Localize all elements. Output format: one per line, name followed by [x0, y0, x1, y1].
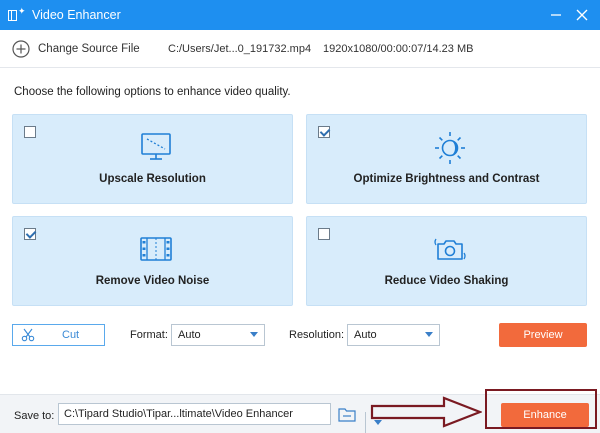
camera-shake-icon — [434, 238, 466, 260]
option-remove-noise[interactable]: Remove Video Noise — [12, 216, 293, 306]
source-file-path: C:/Users/Jet...0_191732.mp4 — [168, 43, 312, 55]
format-label: Format: — [130, 329, 168, 341]
option-optimize-brightness[interactable]: Optimize Brightness and Contrast — [306, 114, 587, 204]
annotation-highlight-box — [485, 389, 597, 429]
upscale-resolution-checkbox[interactable] — [24, 126, 36, 138]
annotation-arrow-icon — [370, 396, 482, 428]
optimize-brightness-checkbox[interactable] — [318, 126, 330, 138]
title-bar: ✦ Video Enhancer — [0, 0, 600, 30]
chevron-down-icon — [250, 332, 258, 337]
add-circle-icon[interactable] — [12, 39, 30, 58]
instructions-text: Choose the following options to enhance … — [14, 86, 291, 98]
resolution-value: Auto — [354, 329, 377, 341]
optimize-brightness-label: Optimize Brightness and Contrast — [353, 173, 540, 185]
window-title: Video Enhancer — [32, 8, 121, 22]
resolution-select[interactable]: Auto — [347, 324, 440, 346]
reduce-shaking-label: Reduce Video Shaking — [384, 275, 509, 287]
source-bar: Change Source File C:/Users/Jet...0_1917… — [0, 30, 600, 68]
monitor-upscale-icon — [141, 133, 171, 160]
reduce-shaking-checkbox[interactable] — [318, 228, 330, 240]
close-icon[interactable] — [572, 5, 592, 25]
format-select[interactable]: Auto — [171, 324, 265, 346]
resolution-label: Resolution: — [289, 329, 345, 341]
preview-button[interactable]: Preview — [499, 323, 587, 347]
folder-icon[interactable] — [338, 406, 356, 422]
brightness-icon — [435, 132, 465, 164]
minimize-icon[interactable] — [546, 5, 566, 25]
upscale-resolution-label: Upscale Resolution — [99, 173, 206, 185]
scissors-icon — [21, 328, 35, 342]
remove-noise-checkbox[interactable] — [24, 228, 36, 240]
app-logo-icon: ✦ — [8, 7, 26, 23]
cut-label: Cut — [62, 329, 80, 341]
change-source-button[interactable]: Change Source File — [38, 43, 140, 55]
save-path-field[interactable]: C:\Tipard Studio\Tipar...ltimate\Video E… — [58, 403, 382, 433]
remove-noise-label: Remove Video Noise — [95, 275, 210, 287]
cut-button[interactable]: Cut — [12, 324, 105, 346]
format-value: Auto — [178, 329, 201, 341]
film-noise-icon — [140, 237, 172, 261]
option-upscale-resolution[interactable]: Upscale Resolution — [12, 114, 293, 204]
chevron-down-icon — [425, 332, 433, 337]
source-file-info: 1920x1080/00:00:07/14.23 MB — [323, 43, 474, 55]
option-reduce-shaking[interactable]: Reduce Video Shaking — [306, 216, 587, 306]
save-path-value: C:\Tipard Studio\Tipar...ltimate\Video E… — [64, 408, 293, 420]
controls-row: Cut Format: Auto Resolution: Auto Previe… — [0, 322, 600, 350]
save-to-label: Save to: — [14, 410, 55, 422]
